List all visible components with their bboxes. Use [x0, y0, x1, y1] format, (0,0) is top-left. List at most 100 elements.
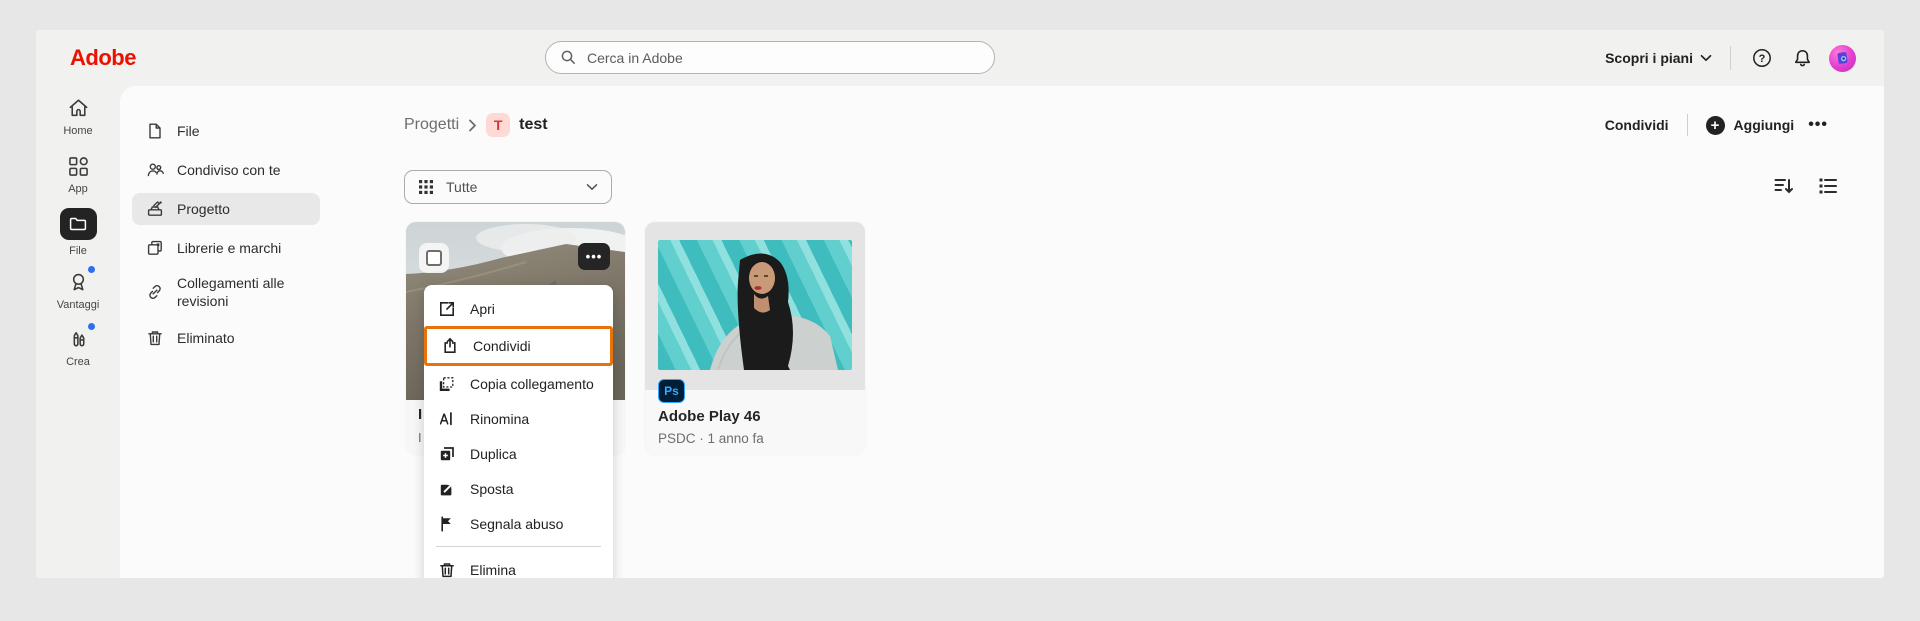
header-divider [1730, 46, 1731, 70]
trash-icon [146, 329, 164, 347]
rename-icon [438, 410, 456, 428]
rail-item-label: App [68, 183, 88, 195]
account-avatar[interactable] [1829, 44, 1856, 72]
sidebar-item-label: Condiviso con te [177, 161, 281, 178]
move-icon [438, 480, 456, 498]
notifications-bell-button[interactable] [1789, 45, 1815, 71]
rail-item-home[interactable]: Home [36, 96, 120, 137]
search-icon [560, 49, 577, 66]
project-icon [146, 200, 164, 218]
sidebar-item-eliminato[interactable]: Eliminato [132, 322, 320, 354]
thumbnail-zone: Ps [645, 222, 865, 403]
discover-plans-label: Scopri i piani [1605, 50, 1693, 66]
menu-item-label: Duplica [470, 445, 517, 462]
copy-link-icon [438, 375, 456, 393]
menu-item-copia-collegamento[interactable]: Copia collegamento [424, 366, 613, 401]
sidebar-item-progetto[interactable]: Progetto [132, 193, 320, 225]
main-panel: File Condiviso con te Progetto Librerie … [120, 86, 1884, 578]
delete-icon [438, 561, 456, 579]
menu-item-label: Rinomina [470, 410, 530, 427]
sidebar-item-label: Eliminato [177, 329, 235, 346]
share-icon [441, 337, 459, 355]
actions-divider [1686, 114, 1688, 136]
duplicate-icon [438, 445, 456, 463]
sidebar-item-label: Collegamenti alle revisioni [177, 274, 285, 309]
rail-item-label: Vantaggi [56, 299, 100, 311]
sidebar-item-label: Progetto [177, 200, 230, 217]
rail-item-vantaggi[interactable]: Vantaggi [36, 266, 120, 311]
top-header: Adobe Scopri i piani ? [36, 30, 1884, 86]
global-search[interactable] [545, 41, 995, 74]
list-view-button[interactable] [1816, 174, 1840, 198]
sidebar-item-librerie[interactable]: Librerie e marchi [132, 232, 320, 264]
sidebar-item-collegamenti[interactable]: Collegamenti alle revisioni [132, 269, 320, 315]
rail-item-label: Crea [66, 356, 90, 368]
open-icon [438, 300, 456, 318]
libraries-icon [146, 239, 164, 257]
menu-item-rinomina[interactable]: Rinomina [424, 401, 613, 436]
card-select-checkbox[interactable] [419, 243, 449, 273]
photoshop-badge: Ps [658, 379, 685, 403]
sidebar-item-label: File [177, 122, 200, 139]
rail-item-file[interactable]: File [36, 208, 120, 257]
menu-item-label: Condividi [473, 338, 531, 354]
card-title: Adobe Play 46 [658, 408, 761, 425]
apps-icon [36, 154, 120, 178]
adobe-logo[interactable]: Adobe [70, 45, 136, 71]
view-controls [1772, 174, 1840, 198]
app-rail: Home App File Vantaggi Crea [36, 86, 120, 578]
rail-item-label: Home [63, 125, 93, 137]
search-input[interactable] [587, 49, 980, 66]
header-right-cluster: Scopri i piani ? [1605, 30, 1856, 86]
share-project-button[interactable]: Condividi [1605, 117, 1669, 133]
rail-active-indicator [59, 208, 97, 240]
menu-item-condividi[interactable]: Condividi [427, 329, 610, 363]
folder-icon [36, 208, 120, 240]
report-flag-icon [438, 515, 456, 533]
menu-divider [436, 546, 601, 547]
award-icon [36, 266, 120, 294]
menu-item-sposta[interactable]: Sposta [424, 471, 613, 506]
card-more-button-active[interactable]: ••• [578, 243, 610, 270]
menu-item-segnala-abuso[interactable]: Segnala abuso [424, 506, 613, 541]
adobe-cc-window: Adobe Scopri i piani ? [36, 30, 1884, 578]
sidebar-item-label: Librerie e marchi [177, 239, 282, 256]
menu-item-duplica[interactable]: Duplica [424, 436, 613, 471]
link-icon [146, 283, 164, 301]
notification-dot [88, 266, 95, 273]
sidebar-item-file[interactable]: File [132, 115, 320, 147]
grid-view-icon [418, 179, 435, 196]
checkbox-box [426, 250, 442, 266]
card-meta-fragment: I [418, 430, 422, 445]
sort-button[interactable] [1772, 174, 1796, 198]
menu-item-apri[interactable]: Apri [424, 291, 613, 326]
plus-circle-icon: + [1705, 115, 1725, 135]
menu-item-label: Copia collegamento [470, 375, 594, 392]
svg-text:?: ? [1759, 53, 1766, 65]
menu-item-elimina[interactable]: Elimina [424, 552, 613, 578]
help-button[interactable]: ? [1749, 45, 1775, 71]
breadcrumb-parent-link[interactable]: Progetti [404, 116, 459, 134]
add-button-label: Aggiungi [1733, 117, 1795, 133]
notification-dot [88, 323, 95, 330]
filter-selected-label: Tutte [446, 179, 478, 195]
highlight-ring: Condividi [424, 326, 613, 366]
card-title-fragment: I [418, 406, 423, 423]
menu-item-label: Elimina [470, 561, 516, 578]
menu-item-label: Sposta [470, 480, 514, 497]
card-meta: PSDC · 1 anno fa [658, 431, 764, 446]
rail-item-crea[interactable]: Crea [36, 323, 120, 368]
sidebar-item-condiviso[interactable]: Condiviso con te [132, 154, 320, 186]
discover-plans-button[interactable]: Scopri i piani [1605, 50, 1712, 66]
more-options-button[interactable]: ••• [1808, 116, 1828, 134]
breadcrumb-current: test [519, 116, 548, 133]
card-context-menu: Apri Condividi Copia collegamento Rinomi… [424, 285, 613, 578]
chevron-down-icon [586, 183, 598, 191]
add-button[interactable]: + Aggiungi [1705, 115, 1795, 135]
asset-card-adobe-play-46[interactable]: Ps Adobe Play 46 PSDC · 1 anno fa [645, 222, 865, 455]
asset-type-filter-dropdown[interactable]: Tutte [404, 170, 612, 204]
rail-item-app[interactable]: App [36, 154, 120, 195]
rail-item-label: File [69, 245, 87, 257]
people-icon [146, 161, 164, 179]
menu-item-label: Segnala abuso [470, 515, 564, 532]
